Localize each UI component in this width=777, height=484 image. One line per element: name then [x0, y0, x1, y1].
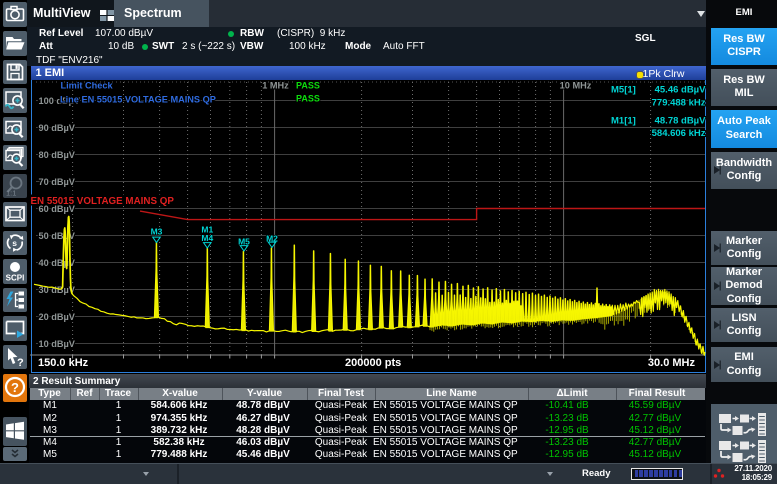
svg-text:PASS: PASS — [296, 94, 320, 104]
svg-text:Line EN 55015 VOLTAGE MAINS QP: Line EN 55015 VOLTAGE MAINS QP — [60, 95, 216, 105]
svg-text:1:1: 1:1 — [6, 188, 16, 197]
svg-text:M5: M5 — [238, 237, 250, 247]
svg-text:s: s — [12, 238, 17, 248]
svg-text:?: ? — [11, 380, 19, 395]
svg-text:90 dBµV: 90 dBµV — [39, 123, 76, 133]
svg-text:10 MHz: 10 MHz — [560, 81, 592, 91]
svg-text:?: ? — [17, 357, 24, 369]
svg-text:M3: M3 — [151, 227, 163, 237]
svg-text:M4: M4 — [201, 233, 213, 243]
svg-text:584.606 kHz: 584.606 kHz — [652, 128, 706, 139]
svg-text:SCPI: SCPI — [5, 274, 24, 283]
svg-text:779.488 kHz: 779.488 kHz — [652, 98, 706, 109]
svg-text:M5[1]: M5[1] — [611, 85, 636, 96]
svg-text:20 dBµV: 20 dBµV — [39, 312, 76, 322]
svg-text:10 dBµV: 10 dBµV — [39, 339, 76, 349]
svg-text:1 MHz: 1 MHz — [262, 81, 289, 91]
svg-text:M1[1]: M1[1] — [611, 116, 636, 127]
svg-text:PASS: PASS — [296, 81, 320, 91]
svg-text:Limit Check: Limit Check — [61, 81, 114, 91]
svg-text:EN 55015 VOLTAGE MAINS QP: EN 55015 VOLTAGE MAINS QP — [31, 196, 175, 207]
svg-text:80 dBµV: 80 dBµV — [39, 150, 76, 160]
svg-text:48.78 dBµV: 48.78 dBµV — [655, 116, 706, 127]
svg-text:45.46 dBµV: 45.46 dBµV — [655, 85, 706, 96]
svg-text:70 dBµV: 70 dBµV — [39, 177, 76, 187]
